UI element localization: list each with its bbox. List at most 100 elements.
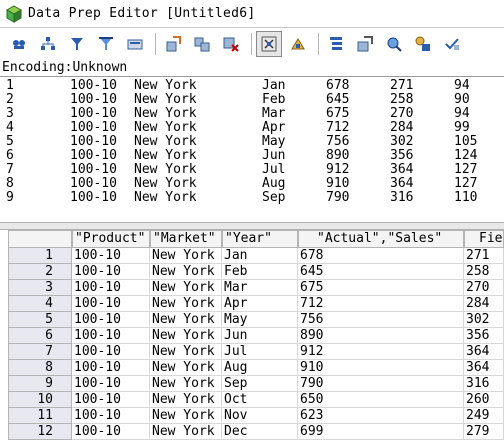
associate-outline-icon[interactable] <box>381 31 407 57</box>
cell-product[interactable]: 100-10 <box>72 424 150 440</box>
raw-text-pane[interactable]: 9 100-10 New York Sep 790 316 110 8 100-10 New Yo… <box>0 76 504 222</box>
cell-actual[interactable]: 756 <box>298 312 464 328</box>
cell-actual[interactable]: 912 <box>298 344 464 360</box>
row-number[interactable]: 5 <box>8 312 72 328</box>
cell-product[interactable]: 100-10 <box>72 408 150 424</box>
cell-actual[interactable]: 650 <box>298 392 464 408</box>
cell-actual[interactable]: 623 <box>298 408 464 424</box>
cell-sales[interactable]: 316 <box>464 376 504 392</box>
table-row[interactable]: 11 100-10 New York Nov 623 249 <box>0 408 504 424</box>
cell-product[interactable]: 100-10 <box>72 280 150 296</box>
cell-product[interactable]: 100-10 <box>72 344 150 360</box>
cell-market[interactable]: New York <box>150 360 222 376</box>
cell-sales[interactable]: 270 <box>464 280 504 296</box>
cell-market[interactable]: New York <box>150 376 222 392</box>
column-header[interactable]: "Year" <box>222 230 298 248</box>
move-field-icon[interactable] <box>160 31 186 57</box>
cell-market[interactable]: New York <box>150 408 222 424</box>
cell-sales[interactable]: 258 <box>464 264 504 280</box>
cell-market[interactable]: New York <box>150 312 222 328</box>
cell-actual[interactable]: 890 <box>298 328 464 344</box>
column-header[interactable]: Fie <box>464 230 504 248</box>
cell-sales[interactable]: 284 <box>464 296 504 312</box>
table-row[interactable]: 4 100-10 New York Apr 712 284 <box>0 296 504 312</box>
filter-alt-icon[interactable] <box>93 31 119 57</box>
cell-market[interactable]: New York <box>150 248 222 264</box>
cell-actual[interactable]: 712 <box>298 296 464 312</box>
cell-actual[interactable]: 699 <box>298 424 464 440</box>
row-number[interactable]: 6 <box>8 328 72 344</box>
cell-product[interactable]: 100-10 <box>72 376 150 392</box>
pane-splitter[interactable] <box>0 222 504 230</box>
cell-actual[interactable]: 790 <box>298 376 464 392</box>
table-row[interactable]: 5 100-10 New York May 756 302 <box>0 312 504 328</box>
cell-year[interactable]: Jan <box>222 248 298 264</box>
grid-corner[interactable] <box>8 230 72 248</box>
cell-product[interactable]: 100-10 <box>72 312 150 328</box>
cell-year[interactable]: Feb <box>222 264 298 280</box>
validate-icon[interactable] <box>439 31 465 57</box>
column-header[interactable]: "Actual","Sales" <box>298 230 464 248</box>
column-header[interactable]: "Product" <box>72 230 150 248</box>
row-number[interactable]: 2 <box>8 264 72 280</box>
replace-icon[interactable] <box>285 31 311 57</box>
cell-year[interactable]: Dec <box>222 424 298 440</box>
cell-product[interactable]: 100-10 <box>72 264 150 280</box>
cell-sales[interactable]: 364 <box>464 360 504 376</box>
cell-actual[interactable]: 675 <box>298 280 464 296</box>
cell-year[interactable]: Aug <box>222 360 298 376</box>
join-fields-icon[interactable] <box>189 31 215 57</box>
table-row[interactable]: 8 100-10 New York Aug 910 364 <box>0 360 504 376</box>
cell-market[interactable]: New York <box>150 344 222 360</box>
cell-year[interactable]: Apr <box>222 296 298 312</box>
cell-sales[interactable]: 260 <box>464 392 504 408</box>
cell-actual[interactable]: 678 <box>298 248 464 264</box>
row-number[interactable]: 1 <box>8 248 72 264</box>
cell-sales[interactable]: 302 <box>464 312 504 328</box>
row-number[interactable]: 3 <box>8 280 72 296</box>
cell-sales[interactable]: 249 <box>464 408 504 424</box>
cell-product[interactable]: 100-10 <box>72 328 150 344</box>
cell-market[interactable]: New York <box>150 280 222 296</box>
row-number[interactable]: 10 <box>8 392 72 408</box>
cell-year[interactable]: Nov <box>222 408 298 424</box>
cell-product[interactable]: 100-10 <box>72 392 150 408</box>
table-row[interactable]: 12 100-10 New York Dec 699 279 <box>0 424 504 440</box>
cell-sales[interactable]: 356 <box>464 328 504 344</box>
table-row[interactable]: 10 100-10 New York Oct 650 260 <box>0 392 504 408</box>
row-number[interactable]: 11 <box>8 408 72 424</box>
cell-market[interactable]: New York <box>150 264 222 280</box>
cell-product[interactable]: 100-10 <box>72 296 150 312</box>
table-row[interactable]: 7 100-10 New York Jul 912 364 <box>0 344 504 360</box>
cell-sales[interactable]: 364 <box>464 344 504 360</box>
cell-actual[interactable]: 910 <box>298 360 464 376</box>
row-number[interactable]: 4 <box>8 296 72 312</box>
filter-icon[interactable] <box>64 31 90 57</box>
data-load-settings-icon[interactable] <box>410 31 436 57</box>
cell-market[interactable]: New York <box>150 424 222 440</box>
cell-market[interactable]: New York <box>150 328 222 344</box>
outline-icon[interactable] <box>323 31 349 57</box>
field-properties-icon[interactable] <box>122 31 148 57</box>
select-record-icon[interactable] <box>256 31 282 57</box>
cell-market[interactable]: New York <box>150 296 222 312</box>
column-header[interactable]: "Market" <box>150 230 222 248</box>
cell-sales[interactable]: 279 <box>464 424 504 440</box>
table-row[interactable]: 3 100-10 New York Mar 675 270 <box>0 280 504 296</box>
table-row[interactable]: 2 100-10 New York Feb 645 258 <box>0 264 504 280</box>
cell-market[interactable]: New York <box>150 392 222 408</box>
row-number[interactable]: 7 <box>8 344 72 360</box>
delete-field-icon[interactable] <box>218 31 244 57</box>
row-number[interactable]: 12 <box>8 424 72 440</box>
cell-year[interactable]: Jul <box>222 344 298 360</box>
cell-actual[interactable]: 645 <box>298 264 464 280</box>
dimension-build-icon[interactable] <box>6 31 32 57</box>
hierarchy-icon[interactable] <box>35 31 61 57</box>
table-row[interactable]: 9 100-10 New York Sep 790 316 <box>0 376 504 392</box>
cell-product[interactable]: 100-10 <box>72 248 150 264</box>
table-row[interactable]: 1 100-10 New York Jan 678 271 <box>0 248 504 264</box>
cell-product[interactable]: 100-10 <box>72 360 150 376</box>
cell-year[interactable]: Oct <box>222 392 298 408</box>
cell-year[interactable]: Jun <box>222 328 298 344</box>
cell-year[interactable]: Sep <box>222 376 298 392</box>
